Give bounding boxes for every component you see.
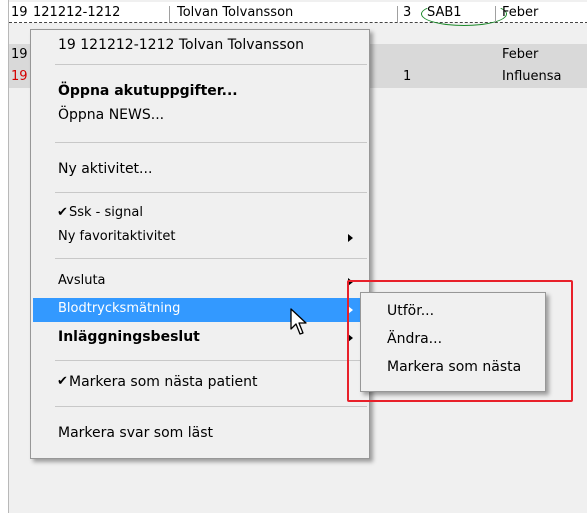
patient-name: Tolvan Tolvansson bbox=[177, 5, 294, 20]
menu-item-new-activity[interactable]: Ny aktivitet... bbox=[33, 158, 367, 182]
menu-item-blood-pressure[interactable]: Blodtrycksmätning bbox=[33, 298, 367, 322]
diagnosis-value: Feber bbox=[502, 47, 539, 62]
menu-header-label: 19 121212-1212 Tolvan Tolvansson bbox=[58, 37, 305, 53]
menu-item-label: Ssk - signal bbox=[69, 205, 143, 220]
menu-item-open-news[interactable]: Öppna NEWS... bbox=[33, 104, 367, 128]
row-number: 19 bbox=[11, 69, 28, 84]
menu-item-label: Inläggningsbeslut bbox=[58, 329, 200, 345]
menu-item-mark-read[interactable]: Markera svar som läst bbox=[33, 422, 367, 446]
menu-item-label: Öppna akutuppgifter... bbox=[58, 83, 238, 99]
menu-separator bbox=[55, 64, 367, 65]
menu-item-label: Blodtrycksmätning bbox=[58, 301, 181, 316]
menu-item-label: Ny favoritaktivitet bbox=[58, 229, 176, 244]
table-row[interactable]: 19 121212-1212 Tolvan Tolvansson 3 SAB1 … bbox=[9, 2, 587, 26]
mouse-pointer-icon bbox=[290, 308, 307, 335]
menu-item-label: Markera svar som läst bbox=[58, 425, 213, 441]
tag-value: SAB1 bbox=[427, 5, 462, 20]
menu-item-open-urgent[interactable]: Öppna akutuppgifter... bbox=[33, 80, 367, 104]
count-value: 1 bbox=[403, 69, 412, 84]
menu-item-label: Ny aktivitet... bbox=[58, 161, 153, 177]
row-number: 19 bbox=[11, 5, 28, 20]
menu-item-new-favorite[interactable]: Ny favoritaktivitet bbox=[33, 226, 367, 250]
menu-header-patient: 19 121212-1212 Tolvan Tolvansson bbox=[33, 34, 367, 58]
diagnosis-value: Influensa bbox=[502, 69, 562, 84]
diagnosis-value: Feber bbox=[502, 5, 539, 20]
menu-separator bbox=[55, 360, 367, 361]
checkmark-icon: ✔ bbox=[57, 205, 68, 220]
row-number: 19 bbox=[11, 47, 28, 62]
menu-item-finish[interactable]: Avsluta bbox=[33, 270, 367, 294]
menu-item-label: Avsluta bbox=[58, 273, 106, 288]
menu-separator bbox=[55, 192, 367, 193]
annotation-highlight-box bbox=[347, 280, 573, 402]
count-value: 3 bbox=[403, 5, 412, 20]
context-menu: 19 121212-1212 Tolvan Tolvansson Öppna a… bbox=[30, 29, 370, 459]
column-separator bbox=[397, 6, 398, 22]
menu-item-nurse-signal[interactable]: ✔ Ssk - signal bbox=[33, 202, 367, 226]
menu-separator bbox=[55, 142, 367, 143]
screen: 19 121212-1212 Tolvan Tolvansson 3 SAB1 … bbox=[0, 0, 587, 513]
personal-number: 121212-1212 bbox=[33, 5, 121, 20]
column-separator bbox=[169, 6, 170, 22]
menu-item-mark-next-patient[interactable]: ✔ Markera som nästa patient bbox=[33, 371, 367, 395]
menu-item-label: Öppna NEWS... bbox=[58, 107, 165, 123]
menu-separator bbox=[55, 406, 367, 407]
column-separator bbox=[495, 6, 496, 22]
menu-separator bbox=[55, 258, 367, 259]
chevron-right-icon bbox=[348, 234, 353, 242]
menu-item-admission[interactable]: Inläggningsbeslut bbox=[33, 326, 367, 350]
menu-item-label: Markera som nästa patient bbox=[69, 374, 258, 390]
checkmark-icon: ✔ bbox=[57, 374, 68, 389]
